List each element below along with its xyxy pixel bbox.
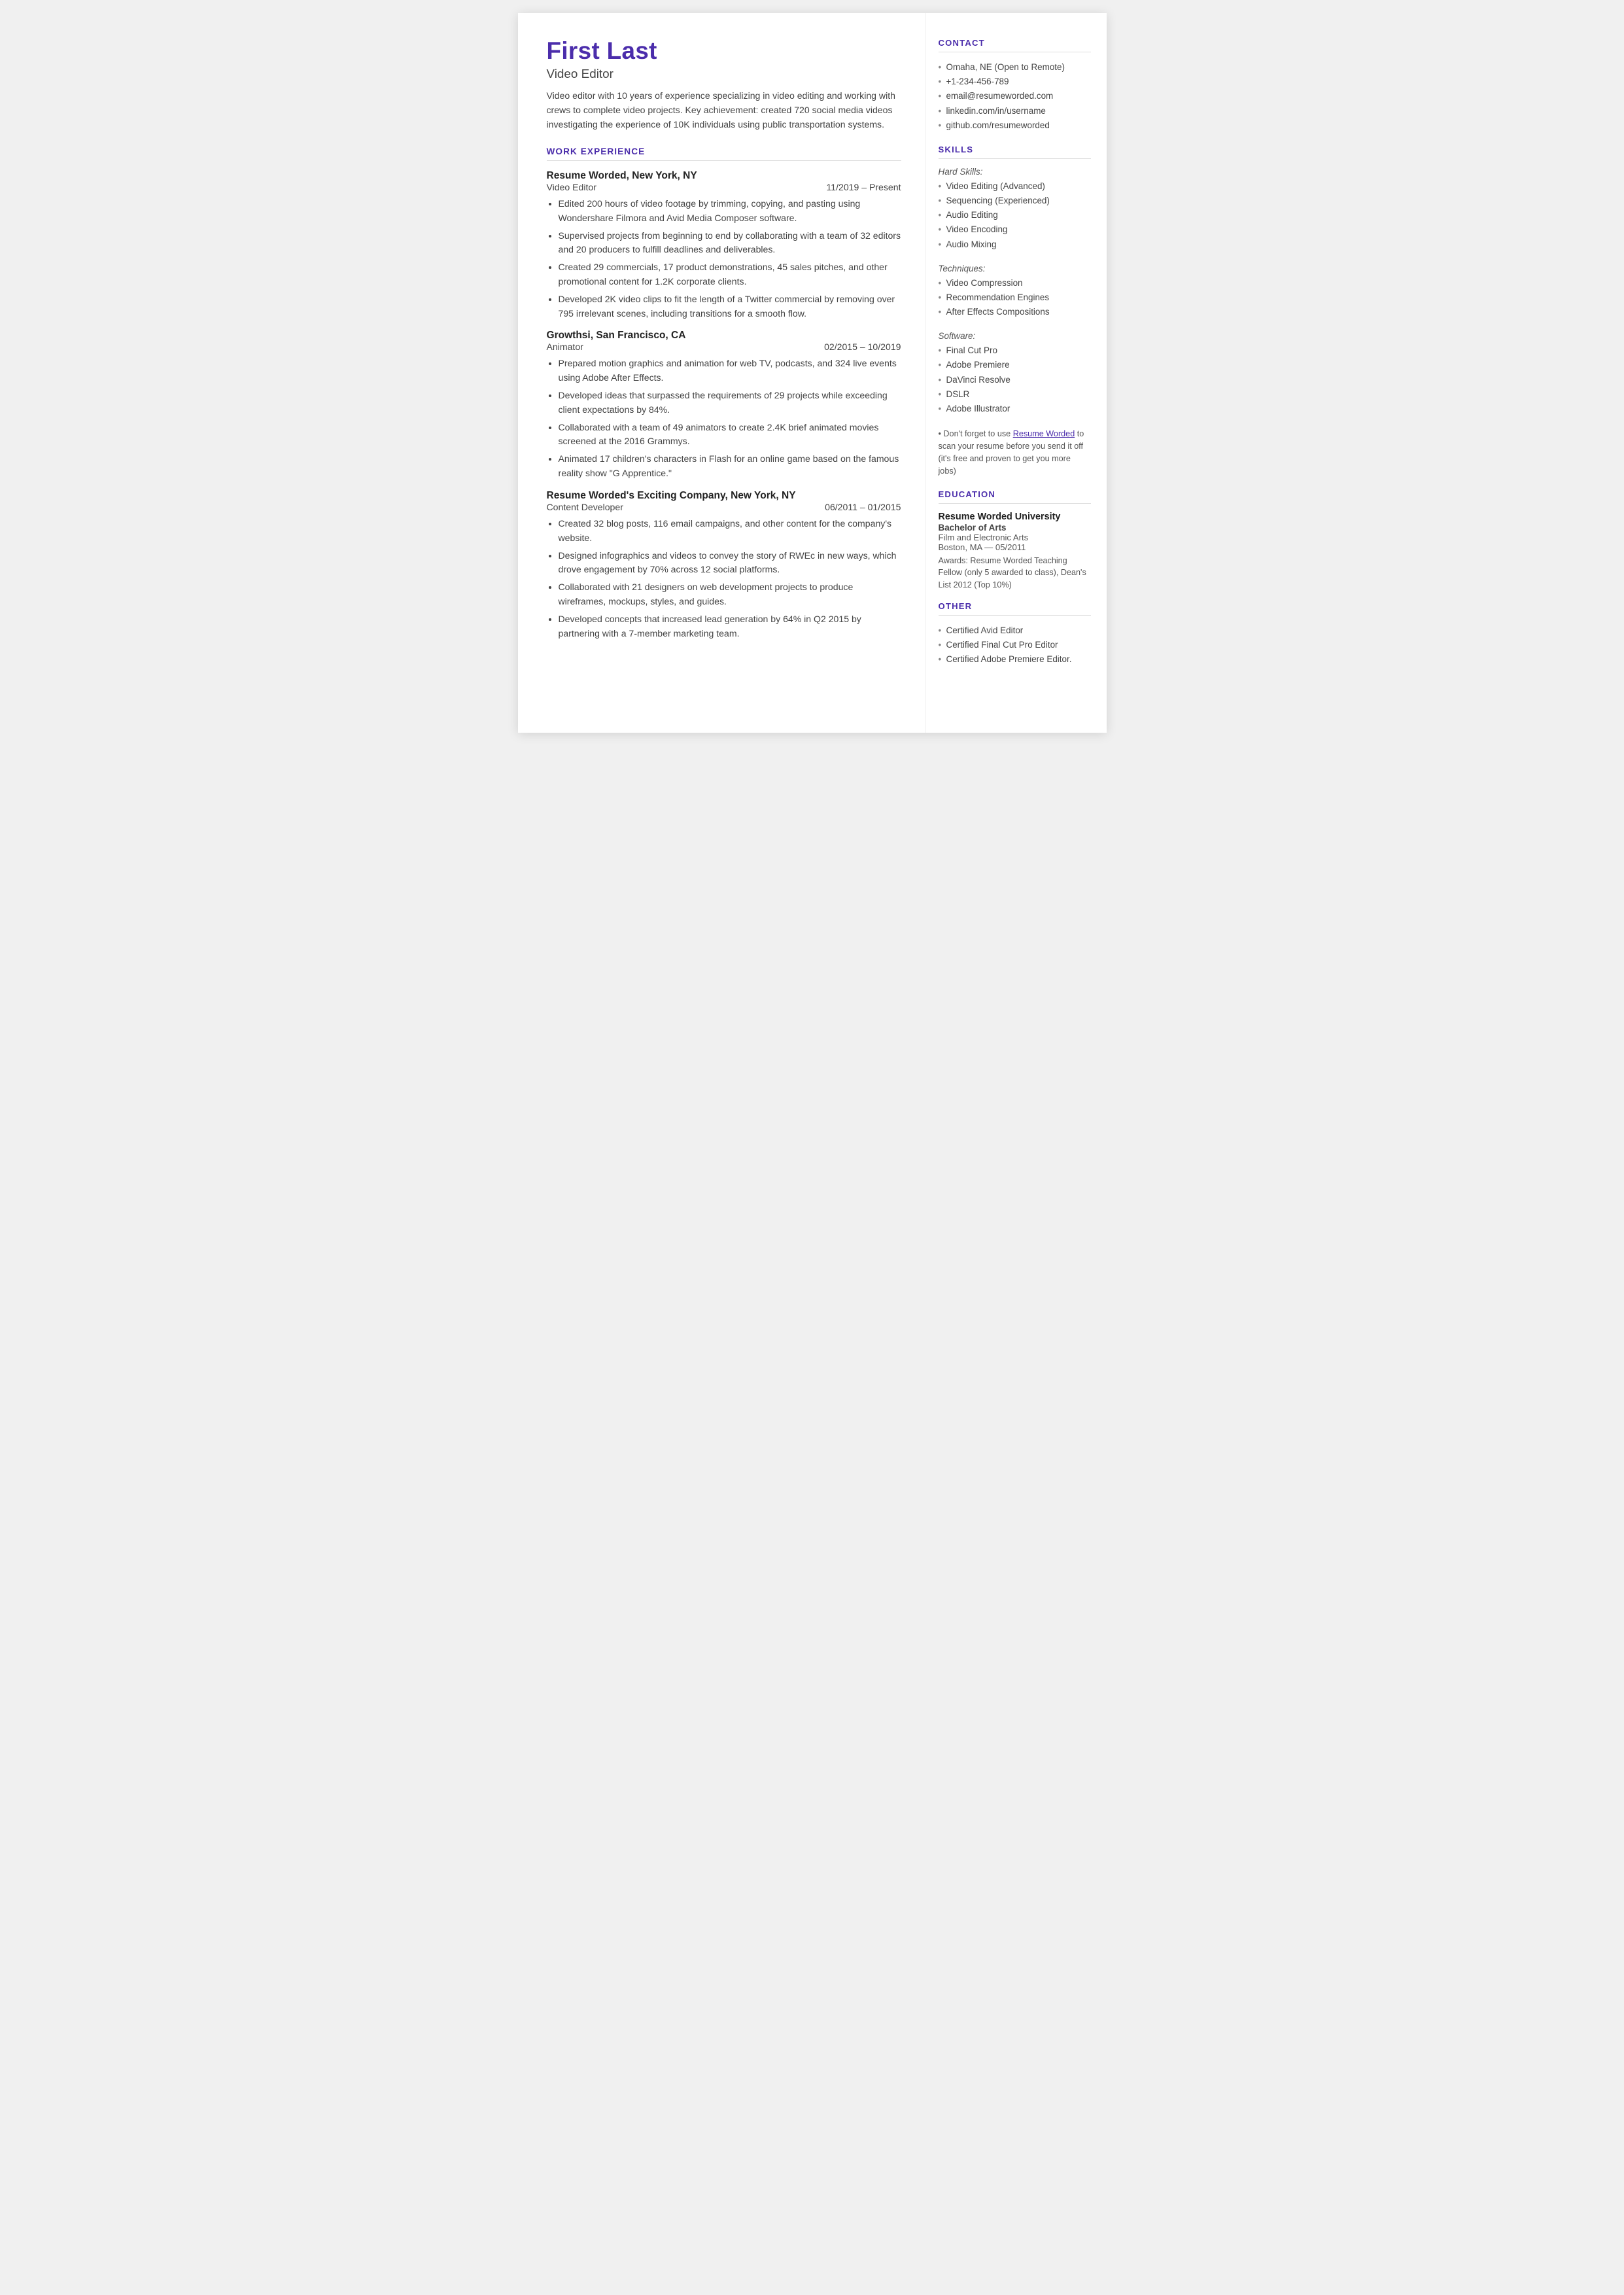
list-item: Sequencing (Experienced) bbox=[939, 194, 1091, 208]
list-item: DSLR bbox=[939, 387, 1091, 402]
list-item: Video Editing (Advanced) bbox=[939, 179, 1091, 194]
list-item: Certified Avid Editor bbox=[939, 623, 1091, 638]
software-list: Final Cut Pro Adobe Premiere DaVinci Res… bbox=[939, 343, 1091, 416]
list-item: Adobe Premiere bbox=[939, 358, 1091, 372]
edu-degree: Bachelor of Arts bbox=[939, 523, 1091, 533]
list-item: github.com/resumeworded bbox=[939, 118, 1091, 133]
list-item: Prepared motion graphics and animation f… bbox=[559, 357, 901, 385]
skills-divider bbox=[939, 158, 1091, 159]
list-item: Omaha, NE (Open to Remote) bbox=[939, 60, 1091, 75]
job-title-2: Animator bbox=[547, 342, 583, 352]
list-item: Edited 200 hours of video footage by tri… bbox=[559, 197, 901, 226]
list-item: Supervised projects from beginning to en… bbox=[559, 229, 901, 258]
edu-loc-date: Boston, MA — 05/2011 bbox=[939, 542, 1091, 552]
list-item: Developed 2K video clips to fit the leng… bbox=[559, 292, 901, 321]
job-block-2: Growthsi, San Francisco, CA Animator 02/… bbox=[547, 330, 901, 481]
other-list: Certified Avid Editor Certified Final Cu… bbox=[939, 623, 1091, 667]
list-item: DaVinci Resolve bbox=[939, 373, 1091, 387]
job-title-1: Video Editor bbox=[547, 182, 596, 192]
contact-section-title: CONTACT bbox=[939, 38, 1091, 48]
job-title-3: Content Developer bbox=[547, 502, 623, 512]
job-company-1: Resume Worded, New York, NY bbox=[547, 170, 697, 182]
list-item: Recommendation Engines bbox=[939, 290, 1091, 305]
software-label: Software: bbox=[939, 331, 1091, 341]
hard-skills-label: Hard Skills: bbox=[939, 167, 1091, 177]
job-block-1: Resume Worded, New York, NY Video Editor… bbox=[547, 170, 901, 321]
education-divider bbox=[939, 503, 1091, 504]
promo-link[interactable]: Resume Worded bbox=[1013, 429, 1075, 438]
contact-list: Omaha, NE (Open to Remote) +1-234-456-78… bbox=[939, 60, 1091, 133]
summary-text: Video editor with 10 years of experience… bbox=[547, 89, 901, 131]
job-title-date-2: Animator 02/2015 – 10/2019 bbox=[547, 342, 901, 352]
list-item: Video Compression bbox=[939, 276, 1091, 290]
list-item: Certified Adobe Premiere Editor. bbox=[939, 652, 1091, 667]
job-date-1: 11/2019 – Present bbox=[826, 182, 901, 192]
job-company-2: Growthsi, San Francisco, CA bbox=[547, 330, 686, 342]
edu-school: Resume Worded University bbox=[939, 512, 1091, 522]
other-divider bbox=[939, 615, 1091, 616]
job-header-2: Growthsi, San Francisco, CA bbox=[547, 330, 901, 342]
skills-section-title: SKILLS bbox=[939, 145, 1091, 154]
list-item: Audio Mixing bbox=[939, 237, 1091, 252]
hard-skills-list: Video Editing (Advanced) Sequencing (Exp… bbox=[939, 179, 1091, 252]
job-bullets-1: Edited 200 hours of video footage by tri… bbox=[559, 197, 901, 321]
list-item: Collaborated with a team of 49 animators… bbox=[559, 421, 901, 449]
job-header-3: Resume Worded's Exciting Company, New Yo… bbox=[547, 490, 901, 502]
techniques-label: Techniques: bbox=[939, 264, 1091, 273]
list-item: Collaborated with 21 designers on web de… bbox=[559, 580, 901, 609]
list-item: Developed ideas that surpassed the requi… bbox=[559, 389, 901, 417]
list-item: Video Encoding bbox=[939, 222, 1091, 237]
list-item: email@resumeworded.com bbox=[939, 89, 1091, 103]
left-column: First Last Video Editor Video editor wit… bbox=[518, 13, 925, 733]
list-item: linkedin.com/in/username bbox=[939, 104, 1091, 118]
list-item: Final Cut Pro bbox=[939, 343, 1091, 358]
edu-field: Film and Electronic Arts bbox=[939, 533, 1091, 542]
list-item: Adobe Illustrator bbox=[939, 402, 1091, 416]
list-item: Audio Editing bbox=[939, 208, 1091, 222]
list-item: Developed concepts that increased lead g… bbox=[559, 612, 901, 641]
list-item: Created 32 blog posts, 116 email campaig… bbox=[559, 517, 901, 546]
education-section-title: EDUCATION bbox=[939, 489, 1091, 499]
right-column: CONTACT Omaha, NE (Open to Remote) +1-23… bbox=[925, 13, 1107, 733]
job-title-date-1: Video Editor 11/2019 – Present bbox=[547, 182, 901, 192]
work-experience-divider bbox=[547, 160, 901, 161]
techniques-list: Video Compression Recommendation Engines… bbox=[939, 276, 1091, 320]
list-item: Created 29 commercials, 17 product demon… bbox=[559, 260, 901, 289]
other-section-title: OTHER bbox=[939, 601, 1091, 611]
job-title-date-3: Content Developer 06/2011 – 01/2015 bbox=[547, 502, 901, 512]
job-bullets-3: Created 32 blog posts, 116 email campaig… bbox=[559, 517, 901, 641]
job-block-3: Resume Worded's Exciting Company, New Yo… bbox=[547, 490, 901, 641]
name-title-block: First Last Video Editor bbox=[547, 38, 901, 81]
list-item: Animated 17 children's characters in Fla… bbox=[559, 452, 901, 481]
candidate-name: First Last bbox=[547, 38, 901, 64]
list-item: +1-234-456-789 bbox=[939, 75, 1091, 89]
job-bullets-2: Prepared motion graphics and animation f… bbox=[559, 357, 901, 481]
list-item: After Effects Compositions bbox=[939, 305, 1091, 319]
edu-awards: Awards: Resume Worded Teaching Fellow (o… bbox=[939, 555, 1091, 591]
list-item: Certified Final Cut Pro Editor bbox=[939, 638, 1091, 652]
job-date-2: 02/2015 – 10/2019 bbox=[824, 342, 901, 352]
work-experience-title: WORK EXPERIENCE bbox=[547, 147, 901, 156]
job-header-1: Resume Worded, New York, NY bbox=[547, 170, 901, 182]
promo-text: • Don't forget to use Resume Worded to s… bbox=[939, 428, 1091, 478]
job-company-3: Resume Worded's Exciting Company, New Yo… bbox=[547, 490, 796, 502]
job-date-3: 06/2011 – 01/2015 bbox=[825, 502, 901, 512]
resume-page: First Last Video Editor Video editor wit… bbox=[518, 13, 1107, 733]
list-item: Designed infographics and videos to conv… bbox=[559, 549, 901, 578]
candidate-job-title: Video Editor bbox=[547, 67, 901, 81]
